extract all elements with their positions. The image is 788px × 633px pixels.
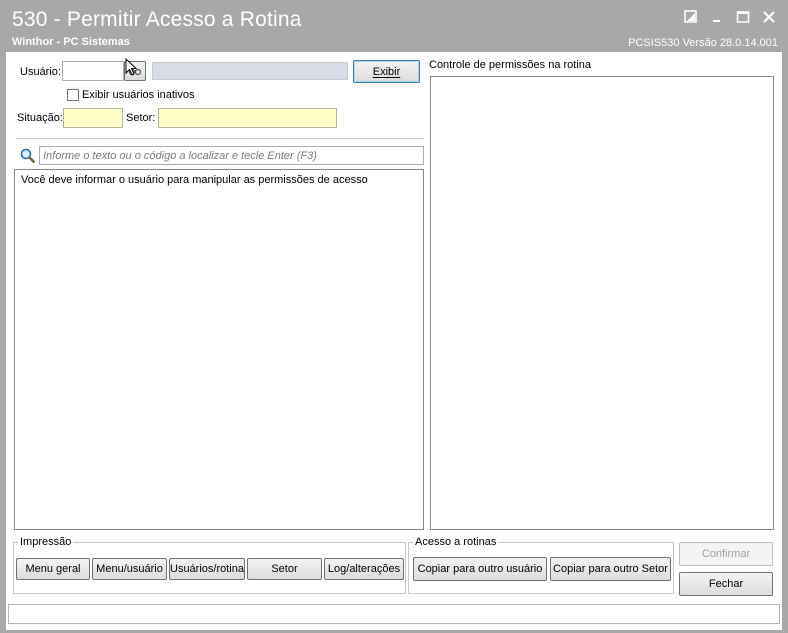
maximize-icon[interactable] <box>736 10 750 24</box>
mouse-cursor-icon <box>125 57 138 79</box>
inactive-users-label: Exibir usuários inativos <box>82 89 195 101</box>
minimize-icon[interactable] <box>710 10 724 24</box>
empty-state-message: Você deve informar o usuário para manipu… <box>21 174 368 186</box>
version-label: PCSIS530 Versão 28.0.14.001 <box>628 37 778 49</box>
setor-button[interactable]: Setor <box>247 558 322 580</box>
window-title: 530 - Permitir Acesso a Rotina <box>12 8 302 31</box>
usuario-label: Usuário: <box>20 66 61 78</box>
right-panel-title-text: Controle de permissões na rotina <box>429 59 592 71</box>
setor-field[interactable] <box>158 108 337 128</box>
divider <box>16 138 424 139</box>
edit-window-icon[interactable] <box>684 10 698 24</box>
copy-to-user-button[interactable]: Copiar para outro usuário <box>413 557 547 581</box>
usuarios-rotina-button[interactable]: Usuários/rotina <box>169 558 245 580</box>
confirmar-button[interactable]: Confirmar <box>679 542 773 566</box>
permissions-tree-panel[interactable]: Você deve informar o usuário para manipu… <box>14 169 424 530</box>
setor-label: Setor: <box>126 112 156 124</box>
right-panel-title: Controle de permissões na rotina <box>429 59 591 71</box>
exibir-button[interactable]: Exibir <box>353 60 420 83</box>
permissions-control-panel[interactable] <box>430 76 774 530</box>
menu-geral-button[interactable]: Menu geral <box>16 558 90 580</box>
title-bar[interactable]: 530 - Permitir Acesso a Rotina Winthor -… <box>0 0 788 52</box>
usuario-code-input[interactable] <box>62 61 124 81</box>
app-window: 530 - Permitir Acesso a Rotina Winthor -… <box>0 0 788 633</box>
impressao-group-title: Impressão <box>18 536 74 548</box>
window-subtitle: Winthor - PC Sistemas <box>12 36 130 48</box>
window-controls <box>684 10 776 24</box>
impressao-group: Impressão Menu geral Menu/usuário Usuári… <box>13 536 406 594</box>
situacao-label: Situação: <box>17 112 63 124</box>
menu-usuario-button[interactable]: Menu/usuário <box>92 558 167 580</box>
exibir-button-label: Exibir <box>372 65 401 78</box>
search-icon <box>20 148 36 167</box>
log-alteracoes-button[interactable]: Log/alterações <box>324 558 404 580</box>
situacao-field[interactable] <box>63 108 123 128</box>
status-bar <box>8 604 780 624</box>
fechar-button[interactable]: Fechar <box>679 572 773 596</box>
close-icon[interactable] <box>762 10 776 24</box>
acesso-group: Acesso a rotinas Copiar para outro usuár… <box>408 536 674 594</box>
client-area: Usuário: Exibir Exibir usuários inativos… <box>6 52 782 630</box>
search-input[interactable]: Informe o texto ou o código a localizar … <box>39 146 424 165</box>
inactive-users-checkbox[interactable] <box>67 89 79 101</box>
copy-to-sector-button[interactable]: Copiar para outro Setor <box>550 557 671 581</box>
usuario-name-field <box>152 62 348 80</box>
acesso-group-title: Acesso a rotinas <box>413 536 499 548</box>
search-placeholder: Informe o texto ou o código a localizar … <box>43 149 317 162</box>
